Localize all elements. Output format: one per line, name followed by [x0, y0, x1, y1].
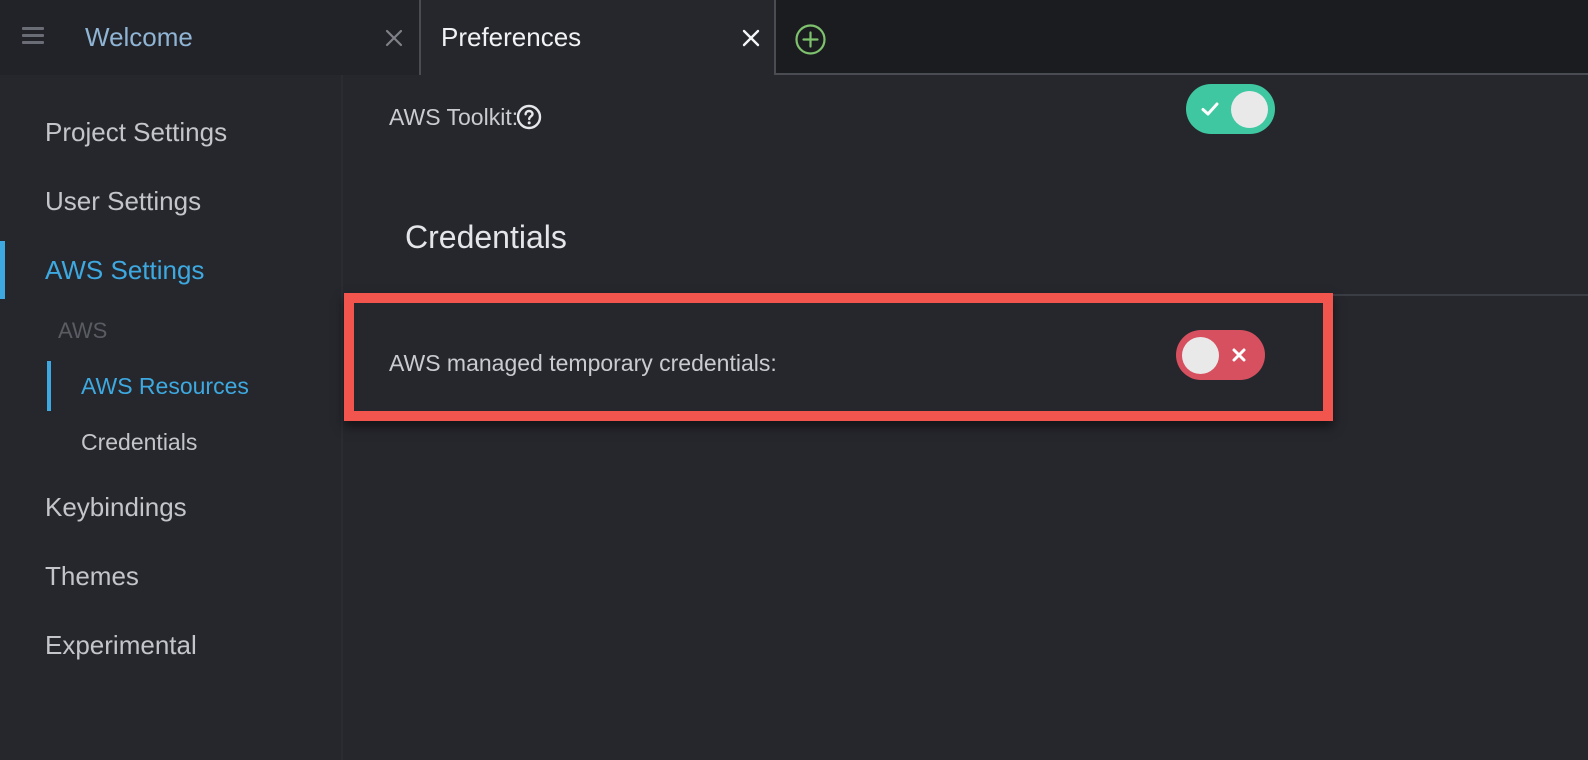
managed-credentials-toggle[interactable] [1176, 330, 1265, 380]
x-icon [1232, 348, 1246, 362]
section-title-credentials: Credentials [405, 219, 567, 255]
sidebar-item-themes[interactable]: Themes [45, 560, 139, 592]
toggle-knob [1231, 91, 1268, 128]
tab-preferences-label: Preferences [441, 22, 582, 52]
sidebar-subitem-credentials[interactable]: Credentials [81, 427, 197, 457]
close-icon[interactable] [741, 28, 761, 48]
plus-circle-icon[interactable] [795, 24, 826, 55]
hamburger-icon[interactable] [22, 27, 44, 45]
close-icon[interactable] [384, 28, 404, 48]
sidebar-item-keybindings[interactable]: Keybindings [45, 491, 187, 523]
sidebar-item-experimental[interactable]: Experimental [45, 629, 197, 661]
settings-sidebar: Project Settings User Settings AWS Setti… [0, 75, 343, 760]
highlight-box: AWS managed temporary credentials: [344, 293, 1333, 421]
settings-panel: AWS Toolkit: Credentials AWS managed tem… [344, 75, 1588, 760]
tab-preferences[interactable]: Preferences [421, 0, 776, 75]
aws-toolkit-label: AWS Toolkit: [389, 104, 519, 130]
sidebar-item-aws-settings[interactable]: AWS Settings [45, 254, 204, 286]
toggle-knob [1182, 337, 1219, 374]
active-indicator [0, 241, 5, 299]
question-circle-icon[interactable] [516, 104, 542, 130]
sub-active-indicator [47, 361, 51, 411]
managed-credentials-label: AWS managed temporary credentials: [389, 350, 777, 376]
aws-toolkit-toggle[interactable] [1186, 84, 1275, 134]
tab-welcome-label: Welcome [85, 22, 193, 52]
check-icon [1201, 102, 1219, 116]
sidebar-item-user-settings[interactable]: User Settings [45, 185, 201, 217]
tab-bar: Welcome Preferences [0, 0, 1588, 75]
sidebar-item-project-settings[interactable]: Project Settings [45, 116, 227, 148]
sidebar-subitem-aws-resources[interactable]: AWS Resources [81, 371, 249, 401]
sidebar-group-aws: AWS [58, 318, 108, 343]
tab-welcome[interactable]: Welcome [0, 0, 421, 75]
